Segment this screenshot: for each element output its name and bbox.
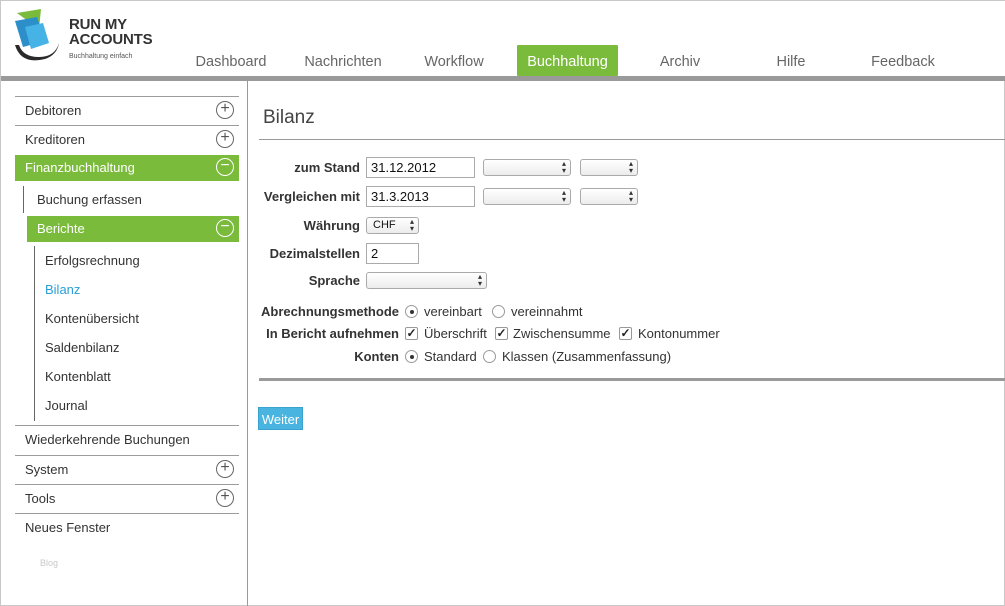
option-kontonummer-label: Kontonummer [638, 326, 720, 341]
sidebar-item-neues-fenster[interactable]: Neues Fenster [25, 513, 110, 542]
select-arrows-icon: ▴ ▾ [628, 159, 633, 175]
main-content: Bilanz zum Stand 31.12.2012 ▴ ▾ ▴ ▾ Vergle… [249, 81, 1005, 606]
select-arrows-icon: ▴ ▾ [628, 188, 633, 204]
select-arrows-icon: ▴ ▾ [409, 217, 414, 233]
checkbox-zwischensumme[interactable]: ✓ [495, 327, 508, 340]
nav-dashboard[interactable]: Dashboard [186, 45, 276, 76]
konten-label: Konten [354, 349, 399, 364]
expand-plus-icon[interactable]: + [216, 101, 234, 119]
option-standard-label: Standard [424, 349, 477, 364]
sprache-select[interactable]: ▴ ▾ [366, 272, 487, 289]
waehrung-label: Währung [303, 218, 360, 233]
nav-feedback[interactable]: Feedback [859, 45, 947, 76]
vergleichen-select-1[interactable]: ▴ ▾ [483, 188, 571, 205]
select-arrows-icon: ▴ ▾ [561, 159, 566, 175]
option-zwischensumme-label: Zwischensumme [513, 326, 611, 341]
sidebar-item-debitoren[interactable]: Debitoren [25, 96, 81, 125]
app-window: RUN MY ACCOUNTS Buchhaltung einfach Dash… [0, 0, 1005, 606]
select-arrows-icon: ▴ ▾ [561, 188, 566, 204]
sidebar-item-wiederkehrende-buchungen[interactable]: Wiederkehrende Buchungen [25, 425, 190, 454]
sidebar-item-system[interactable]: System [25, 455, 68, 484]
report-bilanz[interactable]: Bilanz [45, 280, 80, 300]
brand-title: RUN MY ACCOUNTS [69, 16, 153, 47]
brand-title-line1: RUN MY [69, 16, 127, 33]
tree-line [23, 186, 24, 213]
bericht-aufnehmen-label: In Bericht aufnehmen [266, 326, 399, 341]
zum-stand-label: zum Stand [294, 160, 360, 175]
report-erfolgsrechnung[interactable]: Erfolgsrechnung [45, 251, 140, 271]
nav-hilfe[interactable]: Hilfe [753, 45, 829, 76]
option-vereinbart-label: vereinbart [424, 304, 482, 319]
weiter-button[interactable]: Weiter [258, 407, 303, 430]
zum-stand-select-2[interactable]: ▴ ▾ [580, 159, 638, 176]
header: RUN MY ACCOUNTS Buchhaltung einfach Dash… [1, 1, 1005, 81]
sprache-label: Sprache [308, 273, 360, 288]
blog-link[interactable]: Blog [40, 558, 58, 568]
select-arrows-icon: ▴ ▾ [477, 272, 482, 288]
nav-workflow[interactable]: Workflow [413, 45, 495, 76]
dezimalstellen-label: Dezimalstellen [269, 246, 360, 261]
nav-buchhaltung[interactable]: Buchhaltung [517, 45, 618, 76]
expand-plus-icon[interactable]: + [216, 460, 234, 478]
vergleichen-select-2[interactable]: ▴ ▾ [580, 188, 638, 205]
zum-stand-input[interactable]: 31.12.2012 [366, 157, 475, 178]
vergleichen-input[interactable]: 31.3.2013 [366, 186, 475, 207]
checkbox-ueberschrift[interactable]: ✓ [405, 327, 418, 340]
checkbox-kontonummer[interactable]: ✓ [619, 327, 632, 340]
sidebar: Debitoren + Kreditoren + Finanzbuchhaltu… [1, 81, 248, 606]
vergleichen-label: Vergleichen mit [263, 189, 360, 204]
waehrung-select-value: CHF [373, 219, 396, 231]
page-title: Bilanz [263, 107, 315, 128]
tree-line [34, 246, 35, 421]
abrechnungsmethode-label: Abrechnungsmethode [261, 304, 399, 319]
report-journal[interactable]: Journal [45, 396, 88, 416]
radio-vereinnahmt[interactable] [492, 305, 505, 318]
expand-plus-icon[interactable]: + [216, 130, 234, 148]
nav-archiv[interactable]: Archiv [641, 45, 719, 76]
report-saldenbilanz[interactable]: Saldenbilanz [45, 338, 119, 358]
collapse-minus-icon[interactable]: − [216, 158, 234, 176]
radio-vereinbart[interactable] [405, 305, 418, 318]
sidebar-item-berichte[interactable]: Berichte − [27, 216, 239, 242]
nav-nachrichten[interactable]: Nachrichten [295, 45, 391, 76]
dezimalstellen-input[interactable]: 2 [366, 243, 419, 264]
zum-stand-select-1[interactable]: ▴ ▾ [483, 159, 571, 176]
option-ueberschrift-label: Überschrift [424, 326, 487, 341]
sidebar-item-label: Finanzbuchhaltung [25, 160, 135, 175]
option-klassen-label: Klassen (Zusammenfassung) [502, 349, 672, 364]
radio-standard[interactable] [405, 350, 418, 363]
title-divider [259, 139, 1005, 140]
report-kontenuebersicht[interactable]: Kontenübersicht [45, 309, 139, 329]
main-nav: Dashboard Nachrichten Workflow Buchhaltu… [1, 45, 1005, 77]
expand-plus-icon[interactable]: + [216, 489, 234, 507]
sidebar-item-tools[interactable]: Tools [25, 484, 55, 513]
radio-klassen[interactable] [483, 350, 496, 363]
option-vereinnahmt-label: vereinnahmt [511, 304, 583, 319]
sidebar-item-finanzbuchhaltung[interactable]: Finanzbuchhaltung − [15, 155, 239, 181]
collapse-minus-icon[interactable]: − [216, 219, 234, 237]
sidebar-item-label: Berichte [37, 221, 85, 236]
waehrung-select[interactable]: CHF ▴ ▾ [366, 217, 419, 234]
form-divider [259, 378, 1005, 381]
sidebar-item-buchung-erfassen[interactable]: Buchung erfassen [37, 185, 142, 214]
sidebar-item-kreditoren[interactable]: Kreditoren [25, 125, 85, 154]
report-kontenblatt[interactable]: Kontenblatt [45, 367, 111, 387]
